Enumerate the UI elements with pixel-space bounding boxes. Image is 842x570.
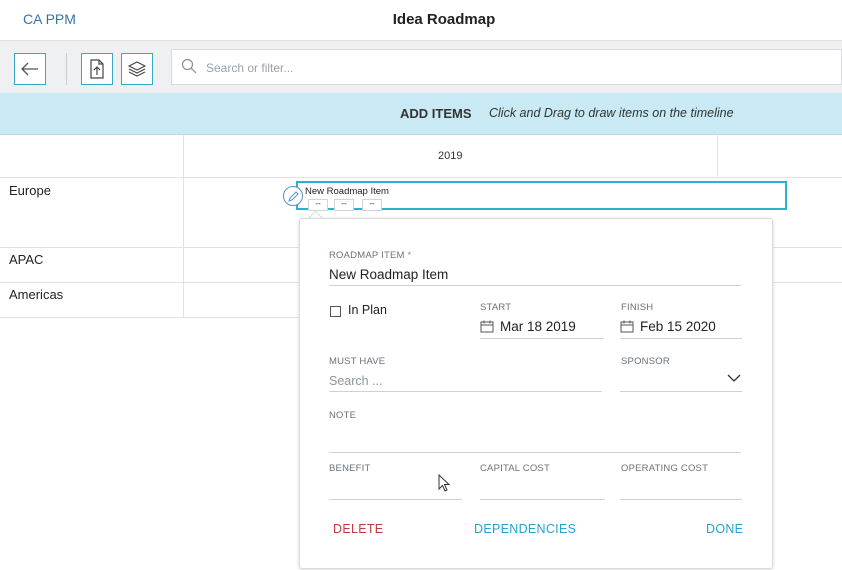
- mouse-pointer-icon: [438, 474, 450, 492]
- row-label-apac: APAC: [9, 252, 44, 267]
- grid-column-divider: [183, 135, 184, 318]
- field-underline: [620, 499, 742, 500]
- in-plan-label: In Plan: [348, 303, 387, 317]
- roadmap-item-name-field[interactable]: New Roadmap Item: [329, 267, 448, 282]
- dependencies-button[interactable]: DEPENDENCIES: [474, 522, 576, 536]
- row-label-americas: Americas: [9, 287, 64, 302]
- add-items-title: ADD ITEMS: [400, 106, 472, 121]
- done-button[interactable]: DONE: [706, 522, 743, 536]
- benefit-label: BENEFIT: [329, 463, 371, 474]
- layers-icon: [128, 61, 146, 77]
- top-bar: CA PPM Idea Roadmap: [0, 0, 842, 40]
- start-date-field[interactable]: Mar 18 2019: [500, 319, 576, 334]
- calendar-icon[interactable]: [480, 320, 494, 333]
- export-button[interactable]: [81, 53, 113, 85]
- delete-button[interactable]: DELETE: [333, 522, 383, 536]
- field-underline: [620, 391, 742, 392]
- search-box[interactable]: [171, 49, 842, 86]
- row-label-europe: Europe: [9, 183, 51, 198]
- field-underline: [480, 499, 605, 500]
- add-items-hint: Click and Drag to draw items on the time…: [489, 106, 734, 120]
- field-underline: [329, 285, 741, 286]
- roadmap-item-bar-label: New Roadmap Item: [305, 186, 389, 197]
- capital-cost-field[interactable]: [480, 476, 605, 498]
- operating-cost-field[interactable]: [620, 476, 742, 498]
- field-underline: [620, 338, 742, 339]
- field-underline: [329, 452, 741, 453]
- operating-cost-label: OPERATING COST: [621, 463, 709, 474]
- required-mark: *: [407, 250, 412, 261]
- finish-label: FINISH: [621, 302, 654, 313]
- search-icon: [181, 58, 197, 74]
- must-have-label: MUST HAVE: [329, 356, 386, 367]
- start-label: START: [480, 302, 512, 313]
- search-input[interactable]: [204, 50, 808, 86]
- pencil-icon: [287, 190, 299, 202]
- toolbar: [0, 40, 842, 93]
- sponsor-select[interactable]: [620, 368, 742, 390]
- export-upload-icon: [90, 59, 104, 79]
- finish-date-field[interactable]: Feb 15 2020: [640, 319, 716, 334]
- capital-cost-label: CAPITAL COST: [480, 463, 550, 474]
- item-mini-field: --: [308, 199, 328, 211]
- field-underline: [329, 391, 602, 392]
- back-button[interactable]: [14, 53, 46, 85]
- grid-row-divider: [0, 317, 300, 318]
- roadmap-item-label: ROADMAP ITEM *: [329, 250, 412, 261]
- timeline-year: 2019: [438, 150, 463, 162]
- grid-row-divider: [0, 177, 842, 178]
- add-items-banner: ADD ITEMS Click and Drag to draw items o…: [0, 93, 842, 135]
- note-field[interactable]: [329, 424, 741, 450]
- toolbar-divider: [66, 53, 67, 85]
- arrow-left-icon: [21, 62, 38, 76]
- layers-button[interactable]: [121, 53, 153, 85]
- field-underline: [329, 499, 462, 500]
- field-underline: [480, 338, 604, 339]
- item-mini-field: --: [334, 199, 354, 211]
- calendar-icon[interactable]: [620, 320, 634, 333]
- grid-column-divider: [717, 135, 718, 177]
- must-have-search-input[interactable]: Search ...: [329, 374, 383, 388]
- chevron-down-icon[interactable]: [727, 374, 741, 383]
- page-title: Idea Roadmap: [392, 11, 496, 28]
- sponsor-label: SPONSOR: [621, 356, 670, 367]
- in-plan-checkbox[interactable]: [330, 306, 341, 317]
- item-mini-field: --: [362, 199, 382, 211]
- note-label: NOTE: [329, 410, 357, 421]
- edit-item-button[interactable]: [283, 186, 303, 206]
